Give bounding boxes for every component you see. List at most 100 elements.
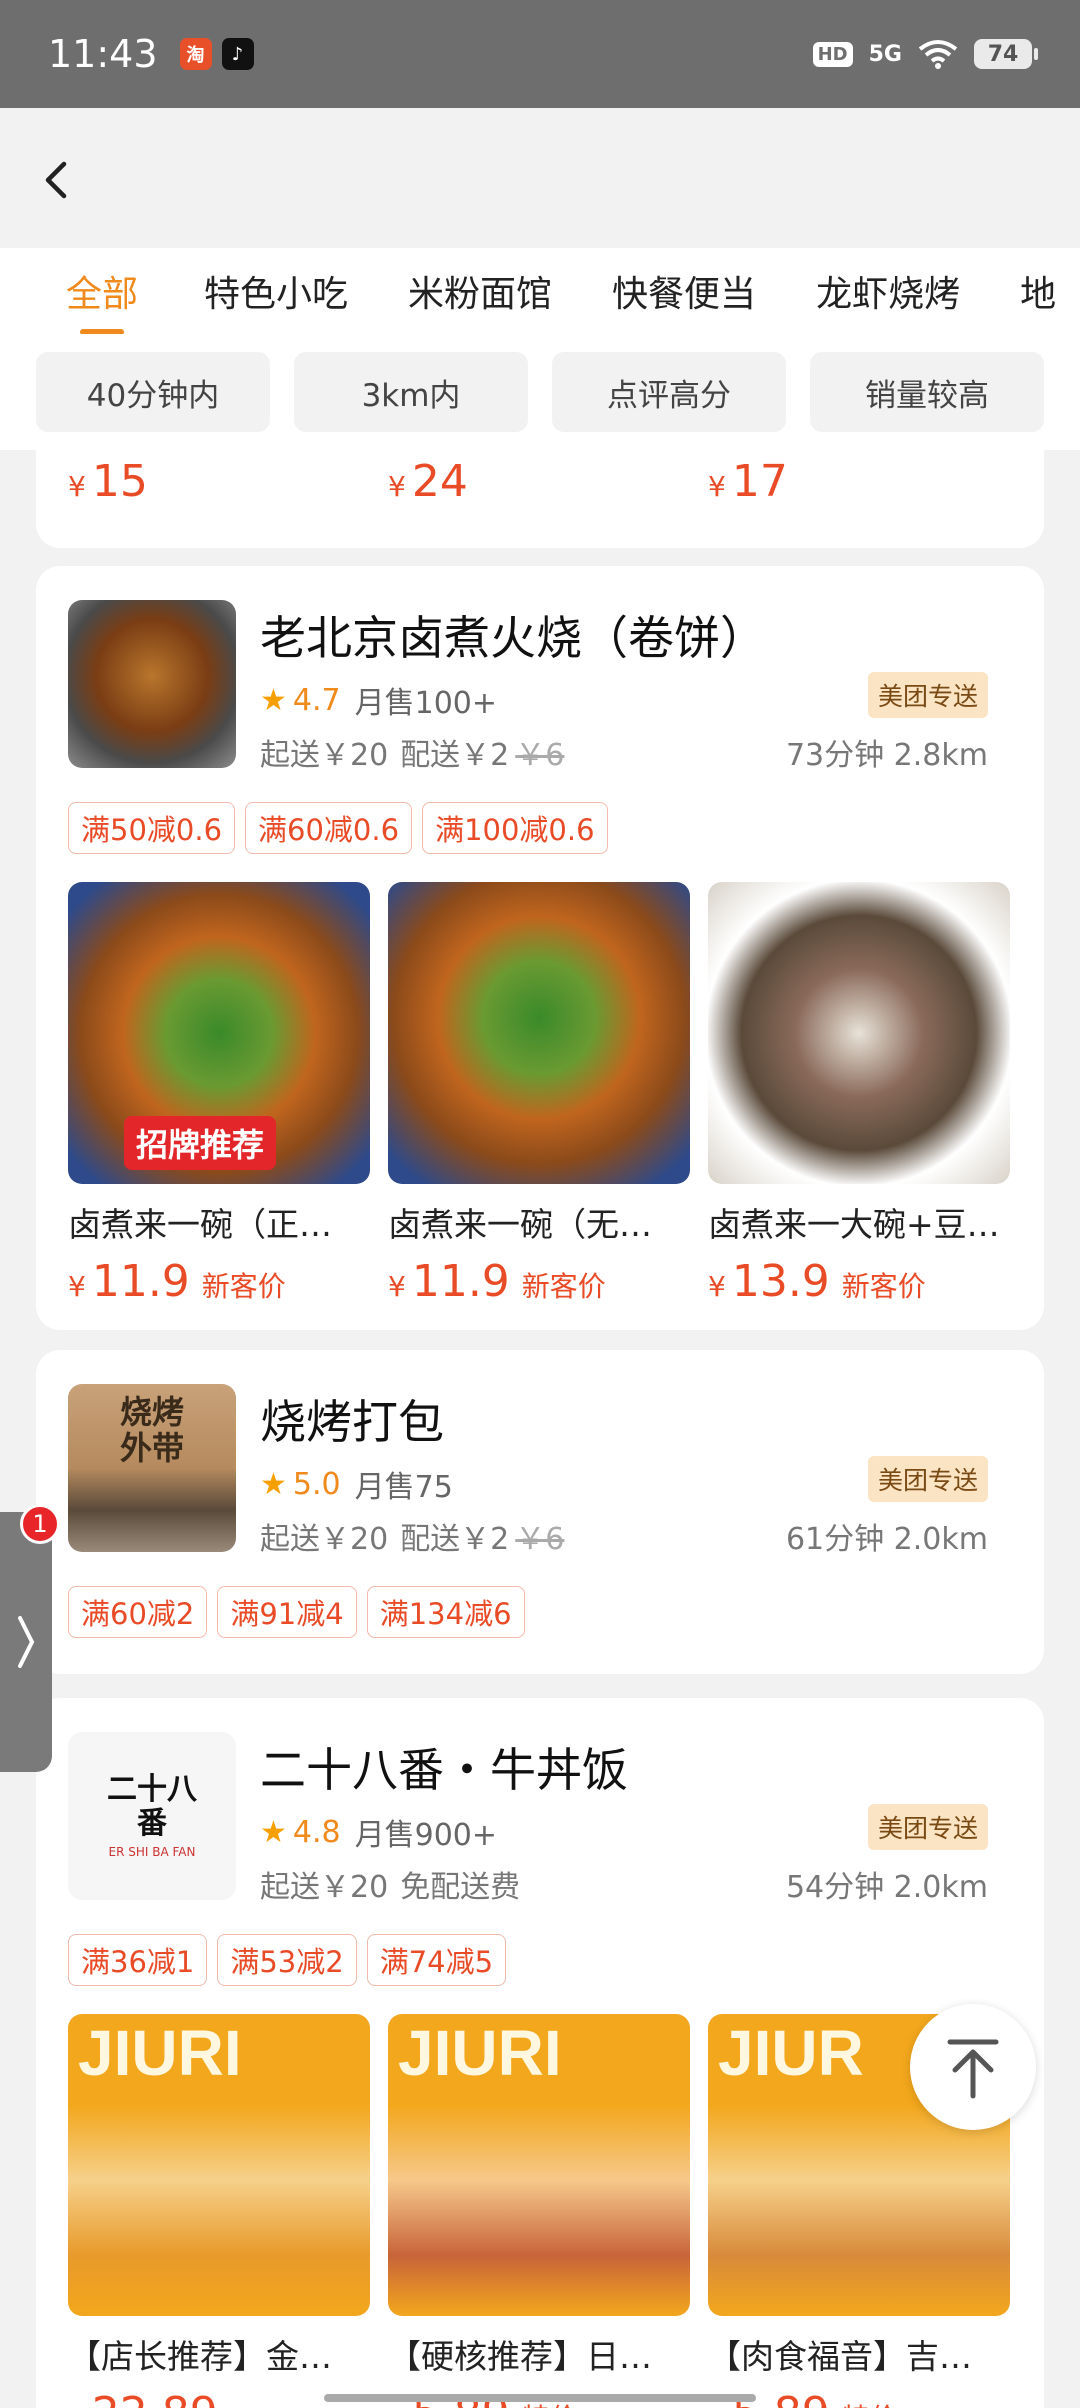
hd-icon: HD xyxy=(812,41,853,67)
promo-tag: 满100减0.6 xyxy=(422,802,608,854)
star-icon: ★ xyxy=(260,1466,287,1502)
monthly-sales: 月售100+ xyxy=(354,686,498,721)
star-icon: ★ xyxy=(260,1814,287,1850)
monthly-sales: 月售900+ xyxy=(354,1818,498,1853)
store-name: 老北京卤煮火烧（卷饼） xyxy=(260,611,766,665)
promo-list: 满36减1 满53减2 满74减5 xyxy=(68,1934,507,1986)
home-indicator[interactable] xyxy=(324,2394,756,2402)
store-thumbnail: 二十八番 ER SHI BA FAN xyxy=(68,1732,236,1900)
eta-distance: 73分钟 2.8km xyxy=(785,738,988,773)
status-bar: 11:43 淘 ♪ HD 5G 74 xyxy=(0,0,1080,108)
thumbnail-subtext: ER SHI BA FAN xyxy=(108,1845,196,1859)
eta-distance: 54分钟 2.0km xyxy=(785,1870,988,1905)
filter-high-sales[interactable]: 销量较高 xyxy=(810,352,1044,432)
store-name: 二十八番・牛丼饭 xyxy=(260,1743,628,1797)
dish-list: JIURI 【店长推荐】金… ¥22.89 JIURI 【硬核推荐】日… ¥5.… xyxy=(68,2014,1010,2408)
tiktok-icon: ♪ xyxy=(221,38,254,70)
tab-noodles[interactable]: 米粉面馆 xyxy=(408,265,552,317)
store-card[interactable]: 烧烤外带 烧烤打包 ★ 5.0 月售75 美团专送 起送￥20 配送￥2 ￥6 … xyxy=(36,1350,1044,1674)
eta-distance: 61分钟 2.0km xyxy=(785,1522,988,1557)
filter-bar: 40分钟内 3km内 点评高分 销量较高 xyxy=(0,334,1080,450)
monthly-sales: 月售75 xyxy=(354,1470,453,1505)
dish-list: 招牌推荐 卤煮来一碗（正… ¥11.9 新客价 卤煮来一碗（无… ¥11.9 新客价… xyxy=(68,882,1010,1307)
min-order: 起送￥20 xyxy=(260,1870,389,1905)
promo-tag: 满134减6 xyxy=(366,1586,525,1638)
dish-item[interactable]: JIURI 【店长推荐】金… ¥22.89 xyxy=(68,2014,370,2408)
store-card[interactable]: 二十八番 ER SHI BA FAN 二十八番・牛丼饭 ★ 4.8 月售900+… xyxy=(36,1698,1044,2408)
thumbnail-text: 烧烤外带 xyxy=(119,1393,184,1467)
filter-40min[interactable]: 40分钟内 xyxy=(36,352,270,432)
category-tabs: 全部 特色小吃 米粉面馆 快餐便当 龙虾烧烤 地 xyxy=(0,248,1080,334)
signal-5g-icon: 5G xyxy=(868,41,902,67)
dish-price: ¥11.9 新客价 xyxy=(68,1256,286,1307)
promo-tag: 满91减4 xyxy=(217,1586,357,1638)
tab-fastfood[interactable]: 快餐便当 xyxy=(612,265,756,317)
dish-name: 【硬核推荐】日… xyxy=(388,2337,652,2376)
dish-item[interactable]: JIURI 【硬核推荐】日… ¥5.89特价 xyxy=(388,2014,690,2408)
dish-image-text: JIUR xyxy=(718,2017,864,2089)
dish-price: ¥13.9 新客价 xyxy=(708,1256,926,1307)
store-thumbnail: 烧烤外带 xyxy=(68,1384,236,1552)
rating-row: ★ 5.0 月售75 xyxy=(260,1462,453,1506)
dish-price: ¥24 xyxy=(388,456,468,507)
delivery-info: 起送￥20 配送￥2 ￥6 xyxy=(260,1514,564,1558)
store-rating: 5.0 xyxy=(292,1466,341,1502)
dish-name: 【肉食福音】吉… xyxy=(708,2337,972,2376)
status-time: 11:43 xyxy=(48,32,158,76)
delivery-fee: 免配送费 xyxy=(400,1870,521,1905)
dish-image: 招牌推荐 xyxy=(68,882,370,1184)
filter-high-rating[interactable]: 点评高分 xyxy=(552,352,786,432)
dish-name: 卤煮来一碗（正… xyxy=(68,1205,332,1244)
rating-row: ★ 4.7 月售100+ xyxy=(260,678,497,722)
star-icon: ★ xyxy=(260,682,287,718)
dish-item[interactable]: 卤煮来一碗（无… ¥11.9 新客价 xyxy=(388,882,690,1307)
notification-badge: 1 xyxy=(20,1504,60,1544)
tab-crayfish-bbq[interactable]: 龙虾烧烤 xyxy=(816,265,960,317)
delivery-fee-original: ￥6 xyxy=(515,738,565,773)
tab-more[interactable]: 地 xyxy=(1020,265,1056,317)
back-icon[interactable] xyxy=(34,156,82,204)
store-card[interactable]: 老北京卤煮火烧（卷饼） ★ 4.7 月售100+ 美团专送 起送￥20 配送￥2… xyxy=(36,566,1044,1330)
promo-tag: 满36减1 xyxy=(68,1934,208,1986)
dish-image: JIURI xyxy=(388,2014,690,2316)
chevron-right-icon xyxy=(18,1616,35,1668)
min-order: 起送￥20 xyxy=(260,738,389,773)
dish-price: ¥11.9 新客价 xyxy=(388,1256,606,1307)
back-to-top-button[interactable] xyxy=(910,2004,1036,2130)
dish-image-text: JIURI xyxy=(78,2017,242,2089)
battery-icon: 74 xyxy=(974,39,1038,69)
tab-snacks[interactable]: 特色小吃 xyxy=(204,265,348,317)
rating-row: ★ 4.8 月售900+ xyxy=(260,1810,497,1854)
delivery-badge: 美团专送 xyxy=(867,1456,988,1502)
store-rating: 4.7 xyxy=(292,682,341,718)
dish-item[interactable]: 招牌推荐 卤煮来一碗（正… ¥11.9 新客价 xyxy=(68,882,370,1307)
promo-list: 满60减2 满91减4 满134减6 xyxy=(68,1586,525,1638)
delivery-info: 起送￥20 免配送费 xyxy=(260,1862,520,1906)
delivery-fee: 配送￥2 xyxy=(400,1522,510,1557)
promo-list: 满50减0.6 满60减0.6 满100减0.6 xyxy=(68,802,608,854)
promo-tag: 满74减5 xyxy=(366,1934,507,1986)
store-name: 烧烤打包 xyxy=(260,1395,444,1449)
store-card-partial[interactable]: ¥15 ¥24 ¥17 xyxy=(36,450,1044,548)
store-rating: 4.8 xyxy=(292,1814,341,1850)
arrow-up-icon xyxy=(947,2039,999,2099)
dish-overlay-label: 招牌推荐 xyxy=(124,1116,277,1170)
delivery-badge: 美团专送 xyxy=(867,672,988,718)
dish-image xyxy=(388,882,690,1184)
dish-name: 卤煮来一大碗+豆… xyxy=(708,1205,1000,1244)
promo-tag: 满60减0.6 xyxy=(245,802,413,854)
dish-image-text: JIURI xyxy=(398,2017,562,2089)
thumbnail-text: 二十八番 xyxy=(107,1772,197,1841)
filter-3km[interactable]: 3km内 xyxy=(294,352,528,432)
promo-tag: 满60减2 xyxy=(68,1586,208,1638)
side-drawer-handle[interactable] xyxy=(0,1512,52,1772)
header xyxy=(0,108,1080,248)
tab-all[interactable]: 全部 xyxy=(66,265,138,317)
delivery-fee-original: ￥6 xyxy=(515,1522,565,1557)
delivery-info: 起送￥20 配送￥2 ￥6 xyxy=(260,730,564,774)
dish-name: 卤煮来一碗（无… xyxy=(388,1205,652,1244)
store-thumbnail xyxy=(68,600,236,768)
dish-item[interactable]: 卤煮来一大碗+豆… ¥13.9 新客价 xyxy=(708,882,1010,1307)
dish-image: JIURI xyxy=(68,2014,370,2316)
dish-price: ¥15 xyxy=(68,456,148,507)
